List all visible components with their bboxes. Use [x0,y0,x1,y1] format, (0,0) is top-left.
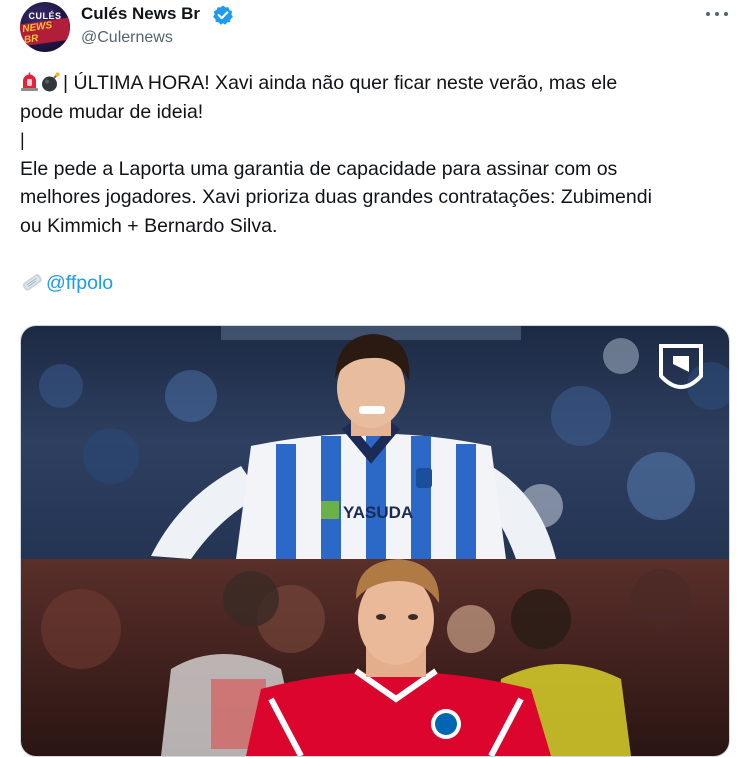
tweet-line-7 [20,240,720,269]
jersey-sponsor-text: YASUDA [343,503,413,522]
tweet-line-3: | [20,130,25,150]
tweet-media[interactable]: YASUDA [20,325,730,757]
bomb-icon [42,72,60,92]
player-photo-bottom-art [41,559,691,756]
newspaper-icon [22,273,42,291]
more-dot-icon [715,12,719,16]
tweet-line-1-text: | ÚLTIMA HORA! Xavi ainda não quer ficar… [63,72,618,94]
more-options-button[interactable] [706,6,728,22]
verified-badge-icon [213,5,233,25]
tweet-line-4: Ele pede a Laporta uma garantia de capac… [20,157,618,180]
player-photo-top[interactable]: YASUDA [21,326,729,559]
tweet-line-5: melhores jogadores. Xavi prioriza duas g… [20,186,652,208]
rotating-light-icon [21,72,38,91]
player-photo-bottom[interactable] [21,559,729,756]
tweet-source-line: @ffpolo [20,269,720,298]
source-mention-link[interactable]: @ffpolo [46,272,113,294]
tweet-line-6: ou Kimmich + Bernardo Silva. [20,214,278,237]
tweet-line-1: | ÚLTIMA HORA! Xavi ainda não quer ficar… [20,69,720,98]
tweet-text: | ÚLTIMA HORA! Xavi ainda não quer ficar… [20,69,720,297]
display-name[interactable]: Culés News Br [81,4,200,24]
avatar[interactable]: CULÉS NEWS BR [20,2,70,52]
tweet-line-2: pode mudar de ideia! [20,100,204,123]
player-photo-top-art: YASUDA [39,326,729,559]
user-handle[interactable]: @Culernews [81,29,173,47]
more-dot-icon [706,12,710,16]
more-dot-icon [724,12,728,16]
avatar-text-line2: NEWS BR [20,17,70,46]
